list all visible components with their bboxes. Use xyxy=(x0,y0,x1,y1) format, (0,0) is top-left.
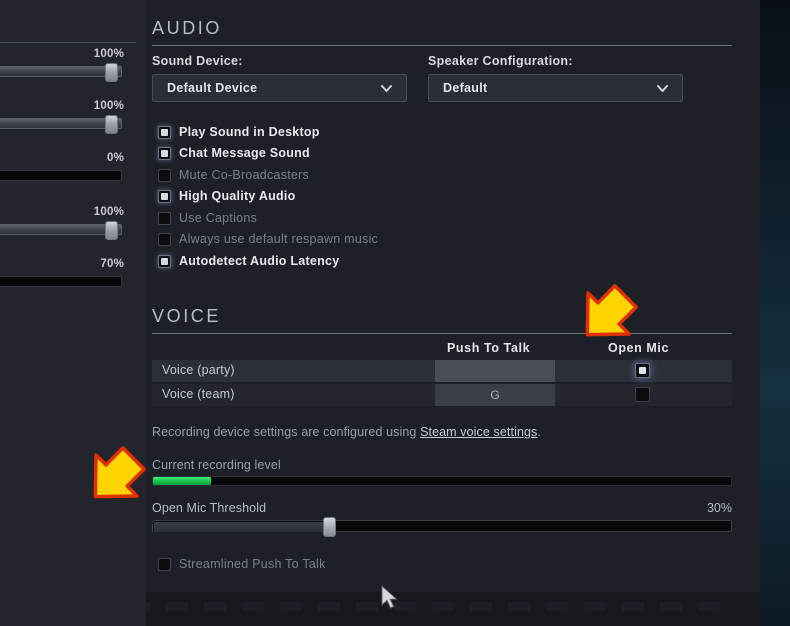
volume-track-4[interactable] xyxy=(0,224,122,235)
audio-heading: AUDIO xyxy=(152,18,732,39)
volume-track-2[interactable] xyxy=(0,118,122,129)
column-header-push-to-talk: Push To Talk xyxy=(447,341,530,355)
arrow-open-mic-icon xyxy=(566,282,644,352)
open-mic-threshold-value: 30% xyxy=(707,501,732,515)
threshold-fill xyxy=(154,522,327,532)
voice-section-header: VOICE xyxy=(152,306,732,334)
sound-device-value: Default Device xyxy=(167,81,257,95)
open-mic-threshold-slider[interactable] xyxy=(152,520,732,532)
volume-percent-1: 100% xyxy=(94,48,124,60)
chevron-down-icon xyxy=(657,85,668,92)
checkbox-label: Play Sound in Desktop xyxy=(179,125,320,139)
volume-thumb-4[interactable] xyxy=(105,221,118,240)
row-label: Voice (team) xyxy=(162,387,235,401)
audio-section-header: AUDIO xyxy=(152,18,732,46)
voice-heading-rule xyxy=(152,333,732,334)
checkbox-box-checked[interactable] xyxy=(158,255,171,268)
recording-device-hint: Recording device settings are configured… xyxy=(152,425,541,439)
checkbox-play-sound-in-desktop[interactable]: Play Sound in Desktop xyxy=(158,124,320,140)
checkbox-box-unchecked xyxy=(158,169,171,182)
checkbox-mute-co-broadcasters: Mute Co-Broadcasters xyxy=(158,167,309,183)
checkbox-box-unchecked xyxy=(158,212,171,225)
table-row-voice-party[interactable]: Voice (party) xyxy=(152,360,732,382)
volume-percent-5: 70% xyxy=(100,258,124,270)
checkbox-box-unchecked xyxy=(158,558,171,571)
settings-panel-body: 100% 100% 0% 100% xyxy=(0,0,760,626)
checkbox-box-checked[interactable] xyxy=(158,190,171,203)
checkbox-box-unchecked xyxy=(158,233,171,246)
checkbox-label: Chat Message Sound xyxy=(179,146,310,160)
current-recording-level-meter xyxy=(152,476,732,486)
checkbox-label: Mute Co-Broadcasters xyxy=(179,168,309,182)
checkbox-box-checked[interactable] xyxy=(158,147,171,160)
chevron-down-icon xyxy=(381,85,392,92)
audio-heading-rule xyxy=(152,45,732,46)
speaker-configuration-label: Speaker Configuration: xyxy=(428,54,683,68)
row-label: Voice (party) xyxy=(162,363,235,377)
app-stage: 100% 100% 0% 100% xyxy=(0,0,790,626)
checkbox-chat-message-sound[interactable]: Chat Message Sound xyxy=(158,145,310,161)
settings-panel: 100% 100% 0% 100% xyxy=(0,0,760,626)
hint-prefix: Recording device settings are configured… xyxy=(152,425,420,439)
volume-percent-4: 100% xyxy=(94,206,124,218)
sound-device-group: Sound Device: Default Device xyxy=(152,54,407,102)
mouse-cursor xyxy=(380,585,400,616)
push-to-talk-key-team[interactable]: G xyxy=(435,384,555,406)
table-row-voice-team[interactable]: Voice (team) G xyxy=(152,384,732,406)
volume-track-1[interactable] xyxy=(0,66,122,77)
voice-heading: VOICE xyxy=(152,306,732,327)
hint-suffix: . xyxy=(537,425,541,439)
open-mic-threshold-label: Open Mic Threshold xyxy=(152,501,266,515)
checkbox-use-captions: Use Captions xyxy=(158,210,257,226)
checkbox-label: Always use default respawn music xyxy=(179,232,378,246)
steam-voice-settings-link[interactable]: Steam voice settings xyxy=(420,425,537,439)
speaker-configuration-group: Speaker Configuration: Default xyxy=(428,54,683,102)
sound-device-label: Sound Device: xyxy=(152,54,407,68)
volume-percent-2: 100% xyxy=(94,100,124,112)
checkbox-label: Streamlined Push To Talk xyxy=(179,557,326,571)
volume-thumb-2[interactable] xyxy=(105,115,118,134)
checkbox-high-quality-audio[interactable]: High Quality Audio xyxy=(158,188,296,204)
checkbox-label: Autodetect Audio Latency xyxy=(179,254,339,268)
open-mic-checkbox-team[interactable] xyxy=(635,387,650,402)
threshold-thumb[interactable] xyxy=(323,517,336,537)
volume-track-3[interactable] xyxy=(0,170,122,181)
volume-track-5[interactable] xyxy=(0,276,122,287)
current-recording-level-label: Current recording level xyxy=(152,458,281,472)
volume-sidebar: 100% 100% 0% 100% xyxy=(0,0,146,626)
open-mic-checkbox-party[interactable] xyxy=(635,363,650,378)
checkbox-box-checked[interactable] xyxy=(158,126,171,139)
checkbox-autodetect-audio-latency[interactable]: Autodetect Audio Latency xyxy=(158,253,339,269)
checkbox-streamlined-push-to-talk: Streamlined Push To Talk xyxy=(158,556,326,572)
arrow-threshold-icon xyxy=(74,444,152,514)
sidebar-divider xyxy=(0,42,136,43)
checkbox-label: Use Captions xyxy=(179,211,257,225)
speaker-configuration-dropdown[interactable]: Default xyxy=(428,74,683,102)
volume-percent-3: 0% xyxy=(107,152,124,164)
speaker-configuration-value: Default xyxy=(443,81,487,95)
checkbox-always-use-default-respawn-music: Always use default respawn music xyxy=(158,231,378,247)
recording-level-fill xyxy=(153,477,211,485)
volume-thumb-1[interactable] xyxy=(105,63,118,82)
push-to-talk-key-party[interactable] xyxy=(435,360,555,382)
sound-device-dropdown[interactable]: Default Device xyxy=(152,74,407,102)
audio-options-list: Play Sound in Desktop Chat Message Sound… xyxy=(158,124,578,274)
checkbox-label: High Quality Audio xyxy=(179,189,296,203)
